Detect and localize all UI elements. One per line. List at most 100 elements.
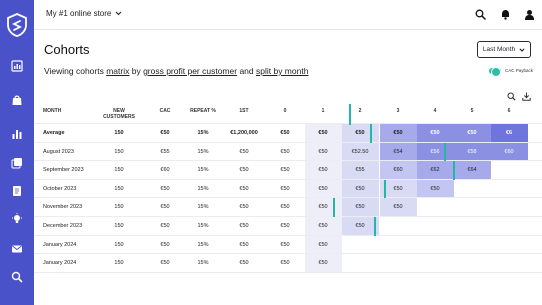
row-month-label: December 2023 [43, 223, 83, 229]
cohort-value: €60 [504, 148, 514, 155]
cell-first: €50 [239, 185, 249, 192]
row-month-label: September 2023 [43, 167, 84, 174]
dashboard-icon[interactable] [11, 60, 23, 72]
search-icon[interactable] [507, 92, 516, 101]
cohort-value: €50 [318, 204, 328, 211]
cell-new-customers: 150 [114, 241, 124, 248]
document-icon[interactable] [11, 185, 23, 197]
payback-marker [453, 161, 455, 180]
cohort-value: €50 [280, 130, 290, 136]
store-name: My #1 online store [46, 9, 112, 18]
column-header[interactable]: 6 [487, 108, 531, 114]
row-divider [34, 271, 542, 273]
column-header[interactable]: MONTH [43, 108, 61, 114]
cell-first: €50 [239, 260, 249, 267]
column-header[interactable]: REPEAT % [181, 108, 225, 114]
cell-new-customers: 150 [114, 167, 124, 174]
cohort-value: €50 [318, 223, 328, 229]
cohort-value: €50 [355, 204, 365, 211]
view-description: Viewing cohorts matrix by gross profit p… [44, 66, 308, 76]
bar-chart-icon[interactable] [11, 128, 23, 140]
cell-repeat: 15% [197, 130, 209, 136]
sentence-and: and [237, 66, 256, 76]
logo-shield-icon[interactable] [6, 13, 28, 37]
payback-marker [374, 217, 376, 236]
cell-first: €50 [239, 148, 249, 155]
cell-new-customers: 150 [114, 185, 124, 192]
row-divider [34, 197, 542, 199]
column-header[interactable]: NEW CUSTOMERS [97, 108, 141, 120]
cohort-value: €50 [318, 241, 328, 248]
cohort-value: €50 [355, 130, 365, 136]
cohort-value: €50 [318, 148, 328, 155]
payback-marker [384, 179, 386, 199]
row-month-label: August 2023 [43, 148, 74, 155]
shopping-bag-icon[interactable] [11, 94, 23, 106]
cohort-value: €50 [318, 167, 328, 174]
cohort-value: €52.50 [351, 148, 369, 155]
search-icon[interactable] [475, 9, 486, 20]
cohort-value: €50 [430, 130, 440, 136]
search-icon[interactable] [11, 271, 23, 283]
payback-marker [444, 142, 446, 162]
cohort-value: €54 [393, 148, 403, 155]
payback-marker [349, 104, 351, 125]
cell-new-customers: 150 [114, 223, 124, 229]
chevron-down-icon [519, 47, 525, 52]
cell-repeat: 15% [197, 204, 209, 211]
user-icon[interactable] [524, 9, 535, 20]
cell-repeat: 15% [197, 148, 209, 155]
cohort-value: €50 [280, 167, 290, 174]
cell-repeat: 15% [197, 241, 209, 248]
download-icon[interactable] [522, 92, 531, 101]
row-divider [34, 234, 542, 236]
sentence-prefix: Viewing cohorts [44, 66, 107, 76]
cohort-value: €50 [430, 185, 440, 192]
cohort-value: €50 [467, 130, 477, 136]
cohort-value: €58 [467, 148, 477, 155]
cell-repeat: 15% [197, 185, 209, 192]
cohort-value: €56 [430, 148, 440, 155]
row-month-label: October 2023 [43, 185, 77, 192]
mail-icon[interactable] [11, 243, 23, 255]
row-divider [34, 253, 542, 255]
cell-first: €50 [239, 223, 249, 229]
sentence-by: by [129, 66, 144, 76]
gallery-icon[interactable] [11, 157, 23, 169]
row-divider [34, 160, 542, 162]
row-month-label: January 2024 [43, 241, 77, 248]
row-divider [34, 216, 542, 217]
row-divider [34, 178, 542, 180]
cell-new-customers: 150 [114, 130, 124, 136]
store-selector[interactable]: My #1 online store [46, 9, 122, 18]
cohort-value: €62 [430, 167, 440, 174]
lightbulb-icon[interactable] [11, 213, 23, 225]
metric-link[interactable]: gross profit per customer [143, 66, 237, 76]
cell-new-customers: 150 [114, 260, 124, 267]
cell-first: €50 [239, 167, 249, 174]
cohort-value: €55 [355, 167, 365, 174]
chevron-down-icon [115, 11, 122, 16]
view-type-link[interactable]: matrix [106, 66, 129, 76]
row-month-label: Average [43, 130, 65, 136]
period-dropdown[interactable]: Last Month [477, 41, 531, 58]
period-label: Last Month [482, 46, 516, 53]
cohort-value: €50 [318, 260, 328, 267]
cohort-value: €50 [355, 223, 365, 229]
column-header[interactable]: 1ST [222, 108, 266, 114]
cohort-value: €50 [393, 204, 403, 211]
cohort-value: €50 [280, 260, 290, 267]
cell-new-customers: 150 [114, 148, 124, 155]
sidebar [0, 0, 34, 305]
cac-payback-toggle[interactable] [489, 67, 501, 77]
cell-first: €50 [239, 241, 249, 248]
cohort-value: €50 [280, 185, 290, 192]
split-link[interactable]: split by month [256, 66, 308, 76]
cohort-value: €60 [393, 167, 403, 174]
bell-icon[interactable] [500, 9, 511, 20]
cohort-value: €50 [318, 130, 328, 136]
cohort-table: MONTH NEW CUSTOMERS CAC REPEAT % 1ST 0 1 2 3 4 5 6 A… [34, 104, 542, 273]
page-title: Cohorts [44, 42, 90, 57]
cohort-column-band [304, 124, 342, 273]
cohort-value: €50 [280, 223, 290, 229]
